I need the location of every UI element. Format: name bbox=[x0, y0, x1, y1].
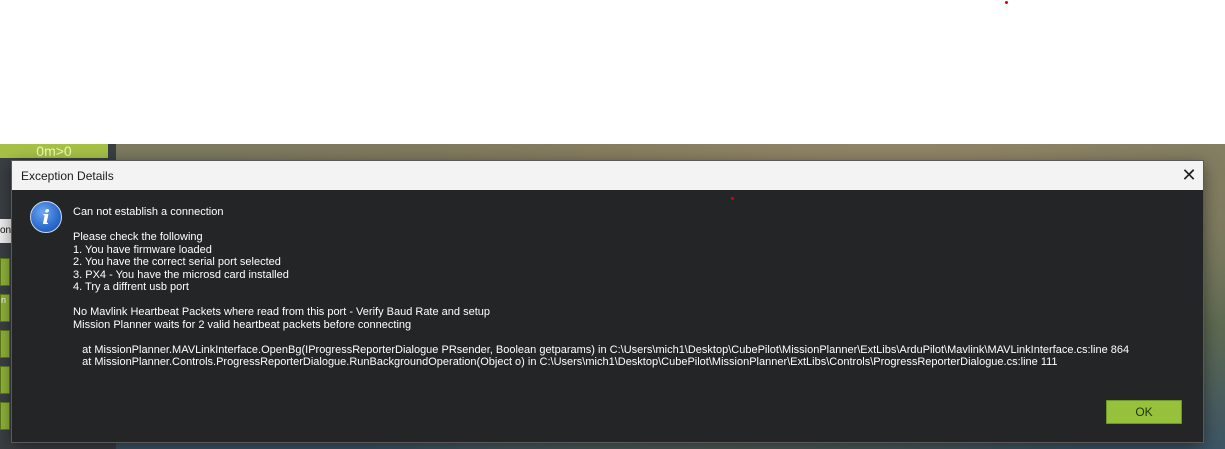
left-panel-button[interactable] bbox=[0, 258, 10, 286]
close-button[interactable]: ✕ bbox=[1175, 161, 1203, 190]
check-item: 4. Try a diffrent usb port bbox=[73, 281, 189, 293]
left-panel-button-label: n bbox=[1, 295, 7, 305]
heartbeat-message: Mission Planner waits for 2 valid heartb… bbox=[73, 318, 412, 331]
left-panel-button[interactable] bbox=[0, 330, 10, 358]
stack-trace-line: at MissionPlanner.Controls.ProgressRepor… bbox=[73, 356, 1058, 368]
left-panel-button[interactable] bbox=[0, 402, 10, 430]
stack-trace-line: at MissionPlanner.MAVLinkInterface.OpenB… bbox=[73, 343, 1130, 356]
left-panel-button[interactable] bbox=[0, 366, 10, 394]
check-title: Please check the following bbox=[73, 231, 203, 243]
red-marker bbox=[731, 197, 734, 200]
dialog-title: Exception Details bbox=[21, 169, 114, 183]
info-icon: i bbox=[30, 201, 62, 233]
red-marker bbox=[1005, 1, 1008, 4]
exception-dialog: Exception Details ✕ i Can not establish … bbox=[12, 161, 1203, 442]
dialog-titlebar[interactable]: Exception Details ✕ bbox=[12, 161, 1203, 190]
left-panel-button[interactable]: n bbox=[0, 294, 10, 322]
error-heading: Can not establish a connection bbox=[73, 206, 224, 218]
check-item: 3. PX4 - You have the microsd card insta… bbox=[73, 268, 289, 281]
close-icon: ✕ bbox=[1181, 165, 1197, 185]
left-panel-readout: 0m>0 bbox=[0, 144, 108, 158]
ok-button[interactable]: OK bbox=[1106, 400, 1182, 424]
check-item: 1. You have firmware loaded bbox=[73, 243, 212, 256]
check-item: 2. You have the correct serial port sele… bbox=[73, 256, 281, 268]
heartbeat-message: No Mavlink Heartbeat Packets where read … bbox=[73, 306, 490, 318]
